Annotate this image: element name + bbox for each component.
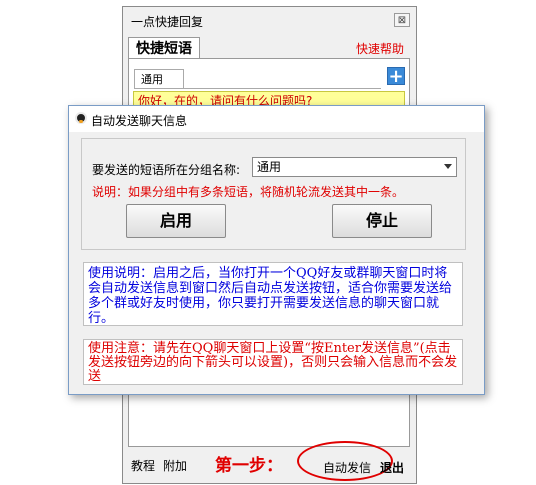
tab-general[interactable]: 通用 xyxy=(134,69,184,89)
usage-warning: 使用注意：请先在QQ聊天窗口上设置“按Enter发送信息”(点击发送按钮旁边的向… xyxy=(83,339,463,385)
close-icon[interactable]: ⊠ xyxy=(394,13,410,27)
group-tab-divider xyxy=(134,88,381,89)
chevron-down-icon xyxy=(444,164,452,169)
tab-quick-phrases[interactable]: 快捷短语 xyxy=(128,37,200,59)
group-select-value: 通用 xyxy=(257,160,282,174)
bottom-bar: 教程 附加 第一步： 自动发信 退出 xyxy=(123,441,416,483)
add-group-icon[interactable]: + xyxy=(387,67,405,86)
exit-button[interactable]: 退出 xyxy=(380,459,404,476)
addon-link[interactable]: 附加 xyxy=(163,457,187,474)
group-select[interactable]: 通用 xyxy=(252,157,457,177)
auto-send-button[interactable]: 自动发信 xyxy=(323,459,371,476)
auto-send-dialog: 自动发送聊天信息 要发送的短语所在分组名称: 通用 说明：如果分组中有多条短语，… xyxy=(68,105,485,395)
usage-instructions: 使用说明：启用之后，当你打开一个QQ好友或群聊天窗口时将会自动发送信息到窗口然后… xyxy=(83,262,463,326)
settings-group: 要发送的短语所在分组名称: 通用 说明：如果分组中有多条短语，将随机轮流发送其中… xyxy=(81,138,466,250)
qq-penguin-icon xyxy=(75,112,87,124)
step-annotation: 第一步： xyxy=(215,456,283,476)
group-name-label: 要发送的短语所在分组名称: xyxy=(92,163,241,177)
random-note: 说明：如果分组中有多条短语，将随机轮流发送其中一条。 xyxy=(92,185,405,199)
tutorial-link[interactable]: 教程 xyxy=(131,457,155,474)
window-title: 一点快捷回复 xyxy=(131,15,204,29)
stop-button[interactable]: 停止 xyxy=(332,204,432,238)
dialog-title: 自动发送聊天信息 xyxy=(91,114,188,128)
quick-help-link[interactable]: 快速帮助 xyxy=(356,40,404,57)
start-button[interactable]: 启用 xyxy=(126,204,226,238)
dialog-titlebar: 自动发送聊天信息 xyxy=(69,106,484,132)
